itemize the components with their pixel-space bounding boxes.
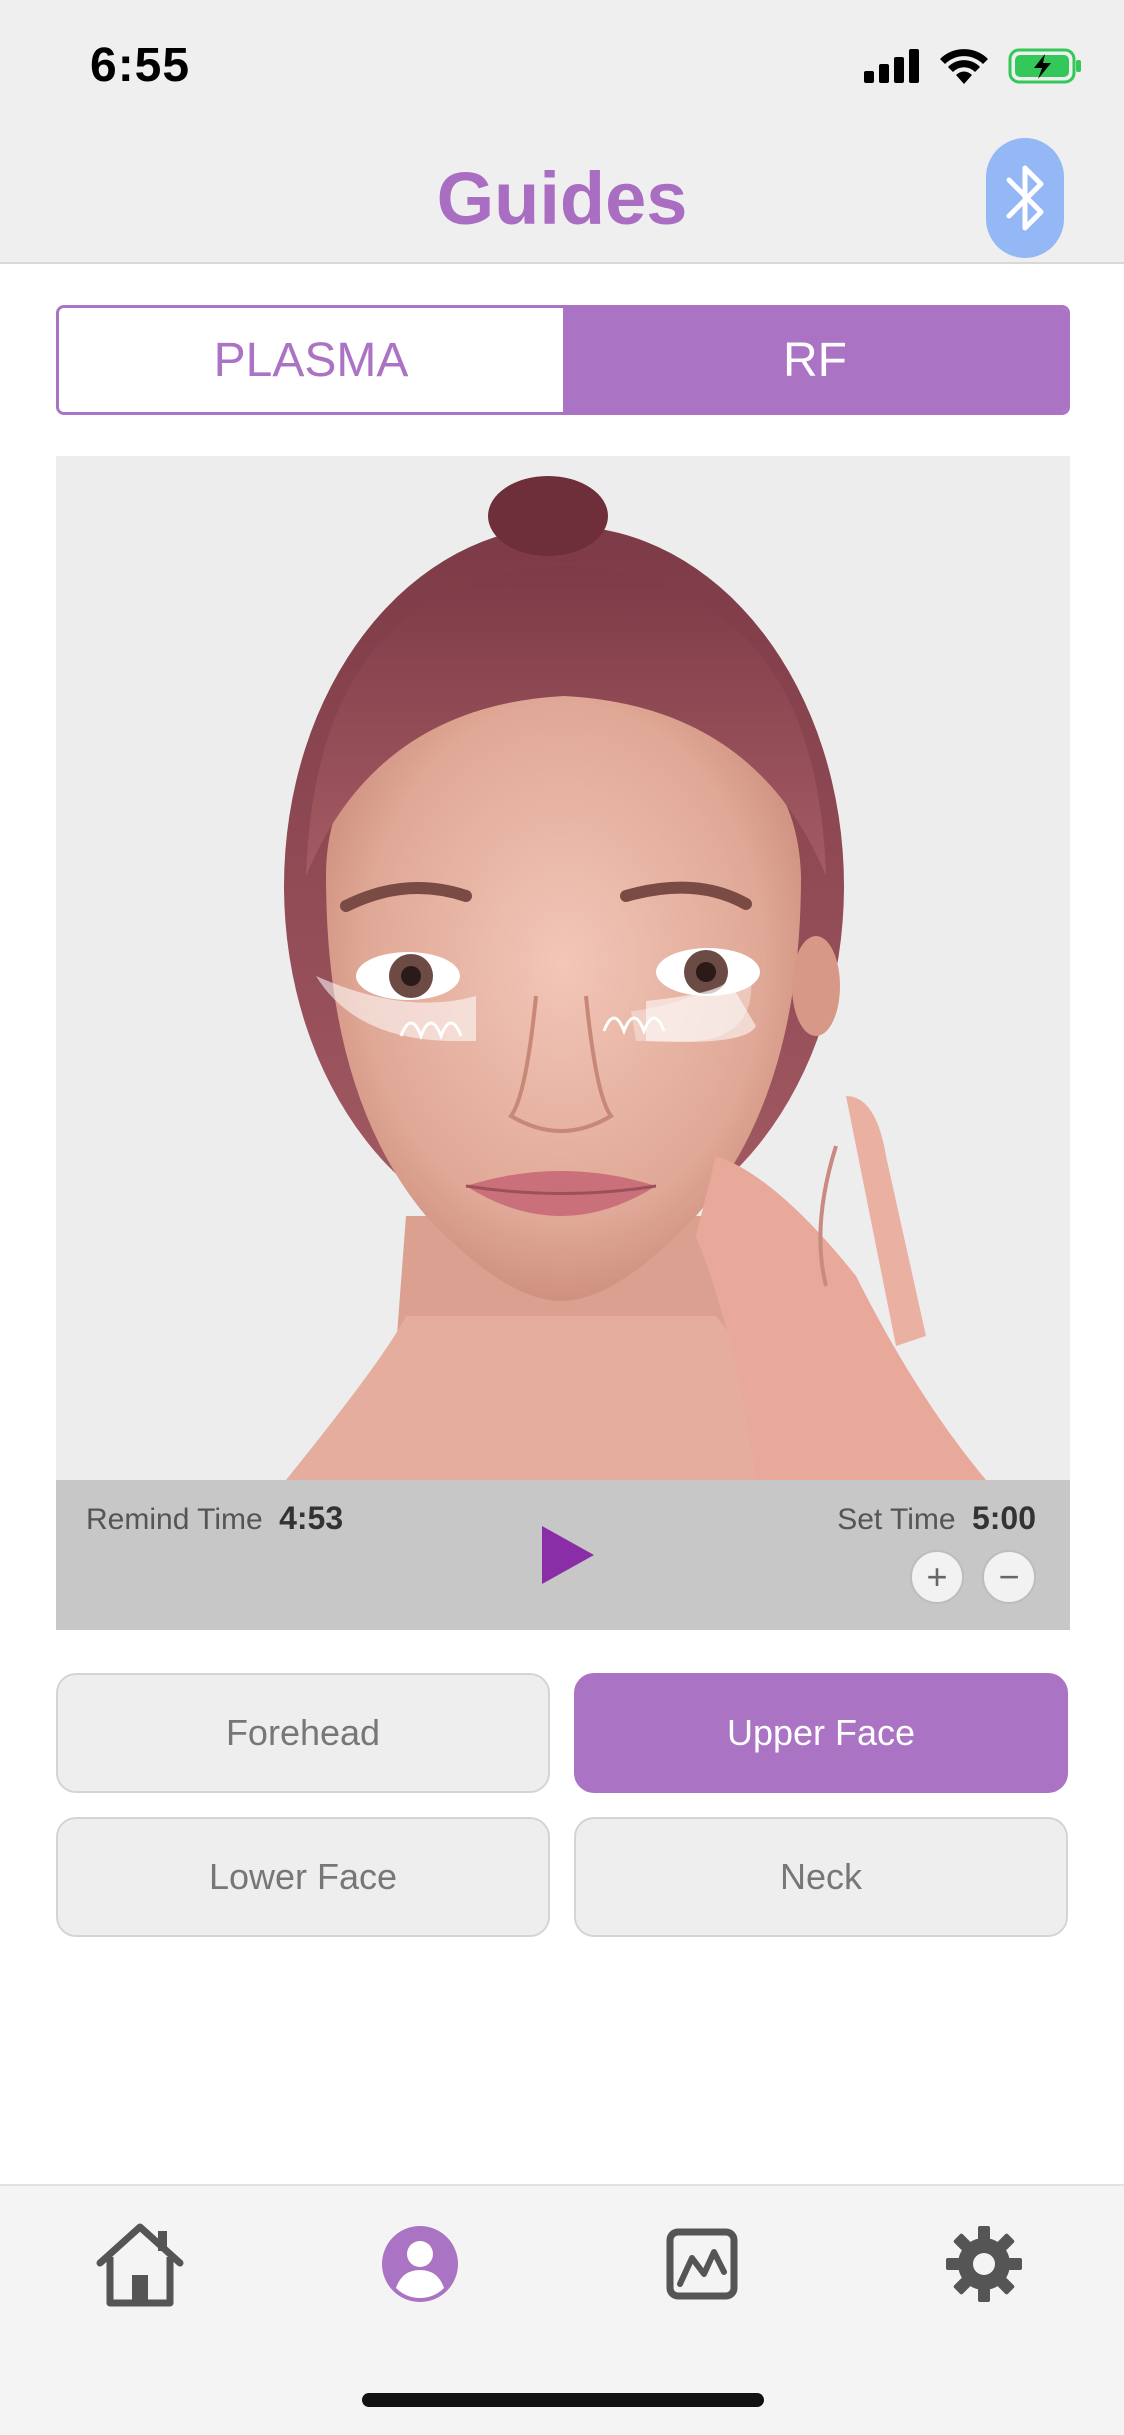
area-lower-face-button[interactable]: Lower Face — [56, 1817, 550, 1937]
status-icons — [864, 48, 1082, 84]
remind-time: Remind Time 4:53 — [86, 1500, 343, 1537]
tab-rf[interactable]: RF — [563, 308, 1067, 412]
face-image — [284, 476, 986, 1480]
wifi-icon — [940, 49, 988, 84]
home-indicator[interactable] — [362, 2393, 764, 2407]
decrease-time-button[interactable]: − — [982, 1550, 1036, 1604]
remind-time-value: 4:53 — [279, 1500, 344, 1536]
area-forehead-button[interactable]: Forehead — [56, 1673, 550, 1793]
home-icon — [96, 2223, 184, 2307]
play-button[interactable] — [538, 1524, 598, 1586]
bluetooth-icon — [1006, 165, 1044, 231]
remind-time-label: Remind Time — [86, 1503, 263, 1536]
battery-icon — [1008, 48, 1081, 84]
set-time-value: 5:00 — [971, 1500, 1036, 1536]
chart-icon — [666, 2228, 738, 2300]
signal-icon — [864, 49, 919, 83]
set-time: Set Time 5:00 — [837, 1500, 1036, 1537]
tab-home[interactable] — [90, 2214, 190, 2314]
tab-plasma[interactable]: PLASMA — [59, 308, 563, 412]
area-neck-button[interactable]: Neck — [574, 1817, 1068, 1937]
mode-segmented-control: PLASMA RF — [56, 305, 1070, 415]
bluetooth-button[interactable] — [986, 138, 1064, 258]
increase-time-button[interactable]: + — [910, 1550, 964, 1604]
status-time: 6:55 — [90, 39, 191, 92]
tab-settings[interactable] — [934, 2214, 1034, 2314]
area-upper-face-button[interactable]: Upper Face — [574, 1673, 1068, 1793]
gear-icon — [946, 2226, 1022, 2302]
face-illustration — [56, 456, 1070, 1480]
timer-bar: Remind Time 4:53 Set Time 5:00 + − — [56, 1480, 1070, 1630]
profile-icon — [382, 2226, 458, 2302]
page-title: Guides — [436, 157, 688, 240]
tab-profile[interactable] — [370, 2214, 470, 2314]
tab-gallery[interactable] — [652, 2214, 752, 2314]
top-bar: 6:55 Guides — [0, 0, 1124, 264]
set-time-label: Set Time — [837, 1503, 956, 1536]
